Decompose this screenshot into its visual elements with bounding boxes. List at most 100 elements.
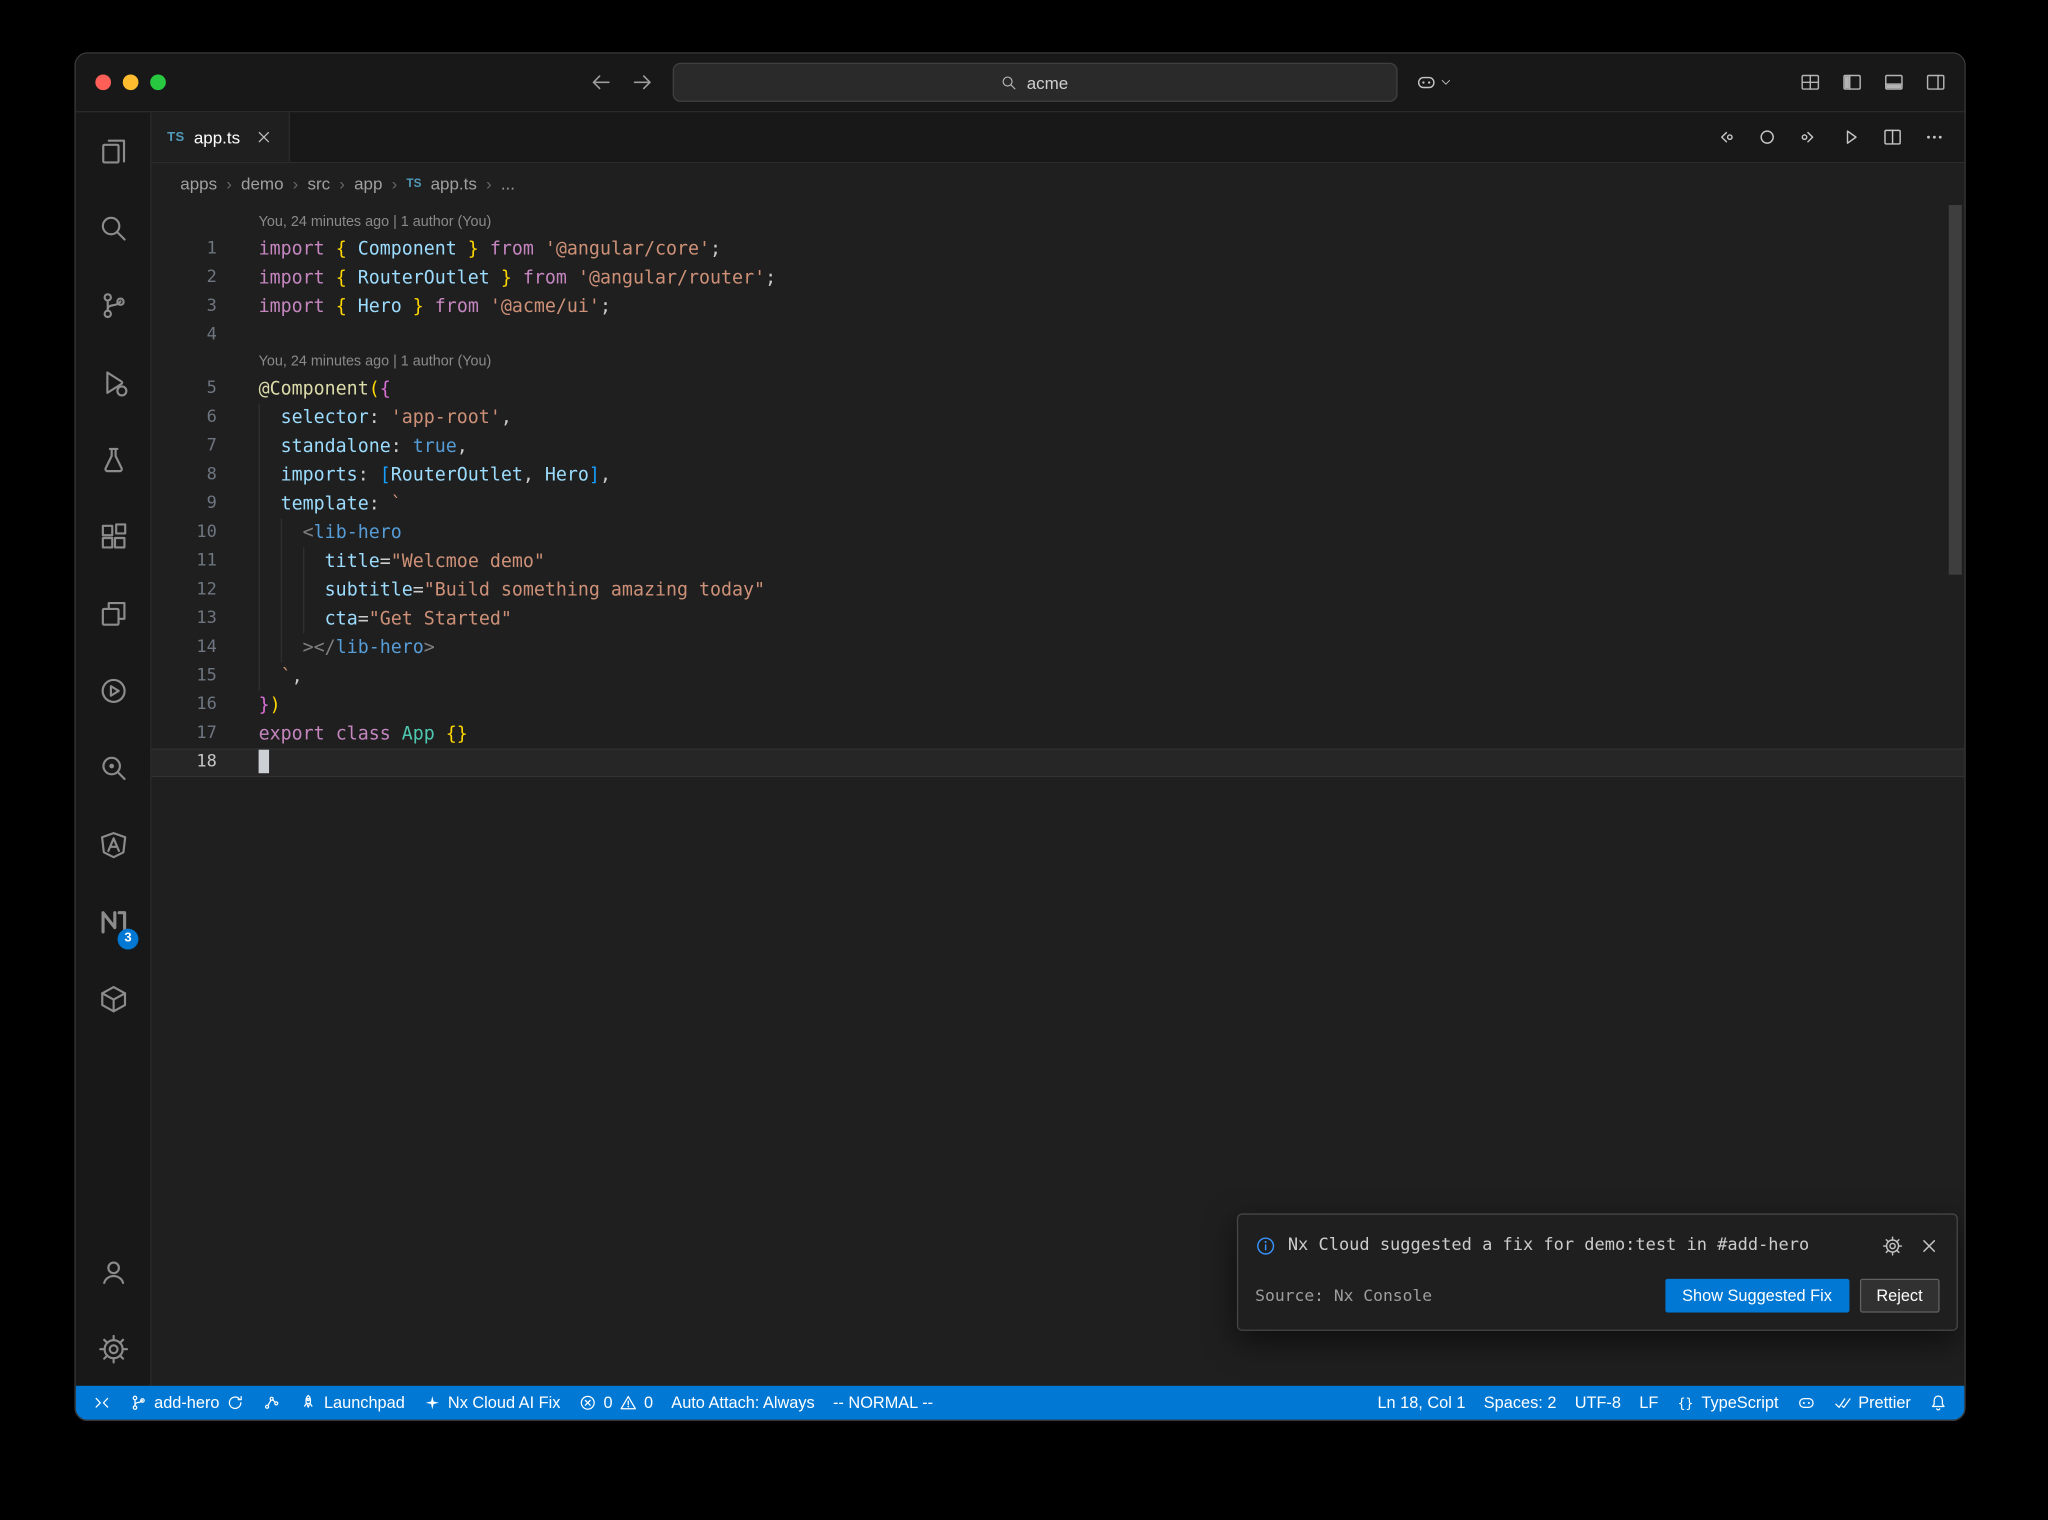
line-number: 17 xyxy=(196,723,217,744)
status-item-cursor-position[interactable]: Ln 18, Col 1 xyxy=(1368,1386,1474,1420)
breadcrumb-item-src[interactable]: src xyxy=(307,173,330,193)
activity-item-source-control[interactable] xyxy=(76,266,150,343)
blame-row: You, 24 minutes ago | 1 author (You) xyxy=(152,350,1965,375)
split-editor-icon[interactable] xyxy=(1882,127,1903,148)
testing-icon xyxy=(97,443,128,474)
changes-annotation-icon[interactable] xyxy=(1757,127,1778,148)
editor-scrollbar[interactable] xyxy=(1948,205,1962,575)
status-item-eol[interactable]: LF xyxy=(1630,1386,1667,1420)
status-item-copilot[interactable] xyxy=(1788,1386,1825,1420)
status-item-language[interactable]: {} TypeScript xyxy=(1667,1386,1787,1420)
status-item-vim-mode[interactable]: -- NORMAL -- xyxy=(824,1386,942,1420)
activity-item-testing[interactable] xyxy=(76,421,150,498)
activity-item-nx-console[interactable]: 3 xyxy=(76,883,150,960)
status-item-remote[interactable] xyxy=(84,1386,121,1420)
command-center-text: acme xyxy=(1026,72,1069,93)
status-item-encoding[interactable]: UTF-8 xyxy=(1566,1386,1631,1420)
toggle-secondary-sidebar-icon[interactable] xyxy=(1925,72,1946,93)
close-window-button[interactable] xyxy=(95,74,112,91)
breadcrumb-item-demo[interactable]: demo xyxy=(241,173,283,193)
close-tab-icon[interactable] xyxy=(254,128,272,146)
notification-close-icon[interactable] xyxy=(1919,1236,1940,1257)
status-item-launchpad[interactable]: Launchpad xyxy=(290,1386,414,1420)
activity-item-accounts[interactable] xyxy=(76,1233,150,1310)
navigate-back-icon[interactable] xyxy=(588,71,612,95)
status-item-label: Ln 18, Col 1 xyxy=(1377,1393,1466,1412)
navigate-forward-icon[interactable] xyxy=(630,71,654,95)
indent-guide xyxy=(280,604,282,634)
status-item-nx-cloud-ai-fix[interactable]: Nx Cloud AI Fix xyxy=(414,1386,570,1420)
show-suggested-fix-button[interactable]: Show Suggested Fix xyxy=(1665,1278,1849,1313)
main-area: 3 TS app.ts apps › demo › src › app › TS… xyxy=(75,112,1965,1390)
code-line: @Component({ xyxy=(258,378,391,400)
activity-item-remote-explorer[interactable] xyxy=(76,575,150,652)
breadcrumb-separator-icon: › xyxy=(339,173,345,193)
breadcrumb-item-file[interactable]: app.ts xyxy=(431,173,477,193)
previous-change-icon[interactable] xyxy=(1715,127,1736,148)
activity-item-nx-run[interactable] xyxy=(76,652,150,729)
code-editor[interactable]: You, 24 minutes ago | 1 author (You) 1 imp… xyxy=(152,202,1965,1389)
copilot-menu[interactable] xyxy=(1415,72,1452,93)
activity-item-settings[interactable] xyxy=(76,1310,150,1387)
copilot-icon xyxy=(1415,72,1436,93)
run-and-debug-icon xyxy=(97,366,128,397)
indent-guide xyxy=(258,547,260,576)
indent-guide xyxy=(280,633,282,663)
search-icon xyxy=(1001,74,1018,91)
breadcrumb-item-apps[interactable]: apps xyxy=(180,173,217,193)
info-icon xyxy=(1255,1236,1276,1257)
next-change-icon[interactable] xyxy=(1799,127,1820,148)
breadcrumb-item-app[interactable]: app xyxy=(354,173,382,193)
status-item-indentation[interactable]: Spaces: 2 xyxy=(1475,1386,1566,1420)
code-line: import { Hero } from '@acme/ui'; xyxy=(258,296,611,318)
reject-button[interactable]: Reject xyxy=(1859,1278,1940,1313)
status-item-notifications[interactable] xyxy=(1920,1386,1957,1420)
activity-item-extensions[interactable] xyxy=(76,498,150,575)
status-item-auto-attach[interactable]: Auto Attach: Always xyxy=(662,1386,824,1420)
breadcrumb: apps › demo › src › app › TS app.ts ›... xyxy=(151,163,1965,203)
tab-app-ts[interactable]: TS app.ts xyxy=(151,112,290,162)
indent-guide xyxy=(302,575,304,605)
code-line: template: ` xyxy=(258,489,402,519)
braces-icon: {} xyxy=(1677,1394,1695,1412)
breadcrumb-separator-icon: › xyxy=(485,173,492,193)
notification-settings-icon[interactable] xyxy=(1882,1236,1903,1257)
code-row: 16}) xyxy=(152,691,1965,720)
status-item-commit-graph[interactable] xyxy=(253,1386,290,1420)
toggle-primary-sidebar-icon[interactable] xyxy=(1842,72,1863,93)
line-number: 16 xyxy=(196,694,217,715)
blame-annotation[interactable]: You, 24 minutes ago | 1 author (You) xyxy=(259,350,492,375)
graph-icon xyxy=(263,1394,281,1412)
branch-icon xyxy=(129,1394,147,1412)
activity-item-run-and-debug[interactable] xyxy=(76,344,150,421)
tab-label: app.ts xyxy=(193,127,241,147)
status-item-problems[interactable]: 00 xyxy=(570,1386,663,1420)
activity-item-search[interactable] xyxy=(76,189,150,266)
activity-item-containers[interactable] xyxy=(76,960,150,1037)
activity-item-explorer[interactable] xyxy=(76,112,150,189)
line-number: 6 xyxy=(206,407,217,428)
minimize-window-button[interactable] xyxy=(122,74,139,91)
activity-item-angular[interactable] xyxy=(76,806,150,883)
status-item-branch[interactable]: add-hero xyxy=(120,1386,253,1420)
accounts-icon xyxy=(97,1256,128,1287)
settings-icon xyxy=(97,1333,128,1364)
more-actions-icon[interactable] xyxy=(1924,127,1945,148)
customize-layout-icon[interactable] xyxy=(1800,72,1821,93)
code-row: 5 @Component({ xyxy=(152,375,1965,404)
blame-annotation[interactable]: You, 24 minutes ago | 1 author (You) xyxy=(259,210,492,235)
breadcrumb-overflow[interactable]: ... xyxy=(501,173,515,193)
zoom-window-button[interactable] xyxy=(150,74,166,91)
command-center[interactable]: acme xyxy=(671,62,1397,102)
activity-item-gitlens-inspect[interactable] xyxy=(76,729,150,806)
code-row: 18 xyxy=(152,748,1965,777)
indent-guide xyxy=(302,604,304,634)
toggle-panel-icon[interactable] xyxy=(1883,72,1904,93)
breadcrumb-separator-icon: › xyxy=(292,173,299,193)
svg-text:{}: {} xyxy=(1677,1396,1693,1411)
warning-icon xyxy=(619,1394,637,1412)
run-file-icon[interactable] xyxy=(1840,127,1861,148)
status-item-label: add-hero xyxy=(154,1393,220,1412)
code-line: import { RouterOutlet } from '@angular/r… xyxy=(258,267,777,289)
status-item-prettier[interactable]: Prettier xyxy=(1824,1386,1920,1420)
